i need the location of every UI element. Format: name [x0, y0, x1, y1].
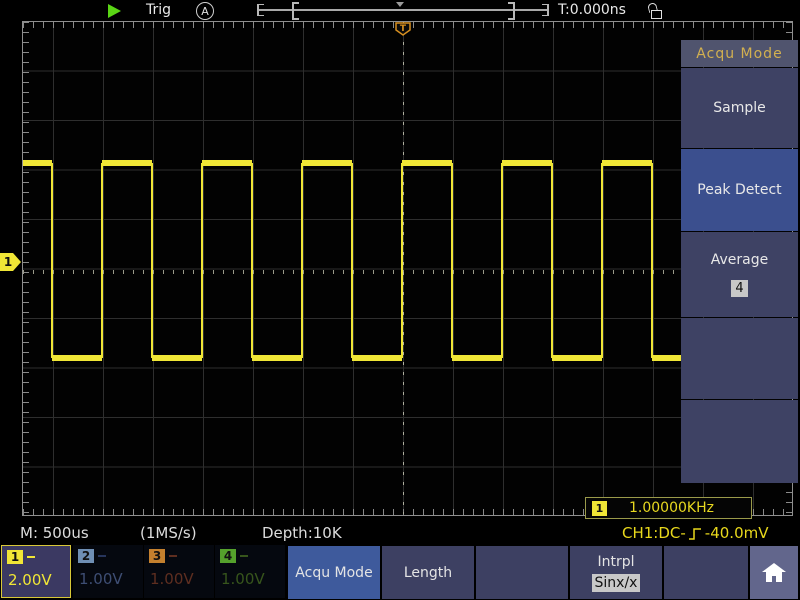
menu-item-blank-2: [681, 400, 798, 483]
ch2-badge: 2: [78, 549, 94, 563]
intrpl-value: Sinx/x: [592, 574, 641, 592]
ch1-badge: 1: [7, 550, 23, 564]
channel-2-box[interactable]: 2 1.00V: [73, 545, 143, 598]
trigger-flag-letter: T: [400, 24, 407, 34]
record-outer-left-bracket: [257, 4, 264, 16]
channel-1-box[interactable]: 1 2.00V: [1, 545, 71, 598]
ch4-coupling-dash: [240, 555, 248, 557]
ch3-scale: 1.00V: [144, 563, 214, 588]
ch4-badge: 4: [220, 549, 236, 563]
trigger-level-text: -40.0mV: [705, 524, 769, 542]
auto-trigger-letter: A: [201, 5, 209, 18]
oscilloscope-screen: Trig A T:0.000ns T 1 Acqu Mode: [0, 0, 800, 600]
record-line: [257, 9, 549, 11]
blank-button-2: [664, 546, 748, 599]
waveform-display: T: [22, 21, 793, 516]
freq-value: 1.00000KHz: [629, 500, 714, 516]
acquire-menu-panel: Acqu Mode Sample Peak Detect Average 4: [681, 40, 798, 483]
ch1-ground-marker[interactable]: 1: [0, 253, 21, 271]
trigger-time-offset: T:0.000ns: [558, 2, 626, 18]
ch3-coupling-dash: [169, 555, 177, 557]
ch1-square-waveform: [23, 22, 792, 515]
length-button[interactable]: Length: [382, 546, 474, 599]
intrpl-button[interactable]: Intrpl Sinx/x: [570, 546, 662, 599]
ch2-scale: 1.00V: [73, 563, 143, 588]
freq-channel-badge: 1: [592, 501, 607, 516]
sample-rate-readout: (1MS/s): [140, 524, 197, 542]
channel-3-box[interactable]: 3 1.00V: [144, 545, 214, 598]
average-count-value[interactable]: 4: [731, 280, 747, 297]
frequency-counter: 1 1.00000KHz: [585, 497, 752, 519]
trigger-info-readout: CH1:DC- -40.0mV: [622, 524, 768, 542]
channel-4-box[interactable]: 4 1.00V: [215, 545, 285, 598]
ch4-scale: 1.00V: [215, 563, 285, 588]
home-button[interactable]: [750, 546, 798, 599]
trig-status-label: Trig: [146, 2, 171, 18]
record-position-marker[interactable]: [396, 2, 404, 7]
ch2-coupling-dash: [98, 555, 106, 557]
ch1-scale: 2.00V: [2, 564, 70, 589]
menu-item-peak-detect[interactable]: Peak Detect: [681, 149, 798, 231]
unlock-icon[interactable]: [648, 3, 664, 19]
record-inner-right-bracket: [508, 2, 515, 20]
blank-button-1: [476, 546, 568, 599]
menu-item-blank-1: [681, 318, 798, 399]
menu-item-sample[interactable]: Sample: [681, 68, 798, 148]
record-depth-readout: Depth:10K: [262, 524, 342, 542]
timebase-readout: M: 500us: [20, 524, 89, 542]
home-icon: [762, 563, 786, 582]
run-play-icon: [108, 4, 121, 18]
auto-trigger-icon: A: [196, 2, 214, 20]
acqu-mode-button[interactable]: Acqu Mode: [288, 546, 380, 599]
record-inner-left-bracket: [292, 2, 299, 20]
trigger-position-marker[interactable]: T: [395, 22, 411, 36]
ch1-coupling-dash: [27, 556, 35, 558]
trigger-source-text: CH1:DC-: [622, 524, 686, 542]
rising-edge-icon: [688, 525, 703, 542]
menu-title: Acqu Mode: [681, 40, 798, 67]
record-outer-right-bracket: [542, 4, 549, 16]
menu-item-average[interactable]: Average 4: [681, 232, 798, 317]
ch3-badge: 3: [149, 549, 165, 563]
record-window-indicator: [257, 2, 549, 17]
